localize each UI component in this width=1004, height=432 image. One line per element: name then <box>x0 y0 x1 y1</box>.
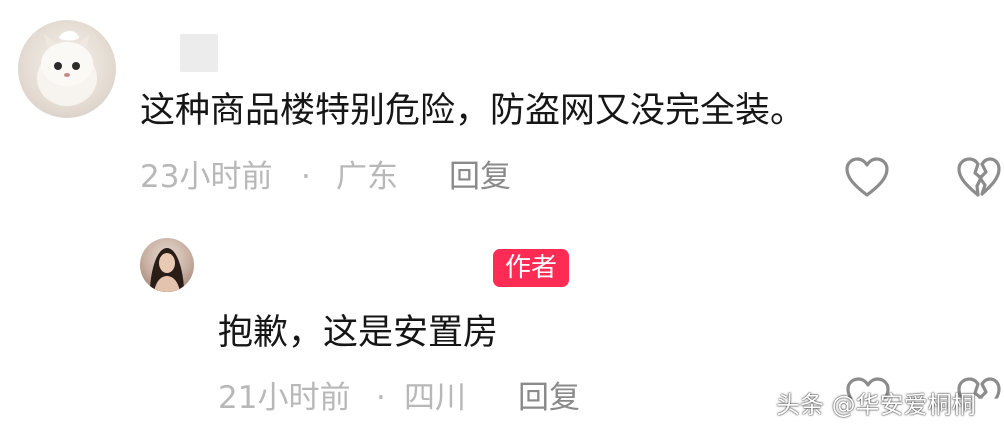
cat-avatar-icon <box>37 30 97 106</box>
author-badge: 作者 <box>493 249 569 287</box>
woman-avatar-icon <box>150 248 184 292</box>
commenter-avatar[interactable] <box>18 20 116 118</box>
reply-button[interactable]: 回复 <box>518 383 580 414</box>
meta-separator: · <box>301 159 311 195</box>
meta-separator: · <box>376 380 386 416</box>
comment-location: 广东 <box>336 159 398 195</box>
reply-location: 四川 <box>404 380 466 416</box>
commenter-username-redacted[interactable] <box>180 34 218 72</box>
reply-text: 抱歉，这是安置房 <box>218 313 499 353</box>
reply-timestamp: 21小时前 <box>218 380 351 416</box>
author-avatar[interactable] <box>140 238 194 292</box>
broken-heart-icon[interactable] <box>956 156 1002 198</box>
heart-outline-icon[interactable] <box>844 156 890 198</box>
comment-timestamp: 23小时前 <box>140 159 273 195</box>
comment-text: 这种商品楼特别危险，防盗网又没完全装。 <box>140 91 806 131</box>
reply-button[interactable]: 回复 <box>449 162 511 193</box>
watermark: 头条 @华安爱桐桐 <box>776 391 976 419</box>
